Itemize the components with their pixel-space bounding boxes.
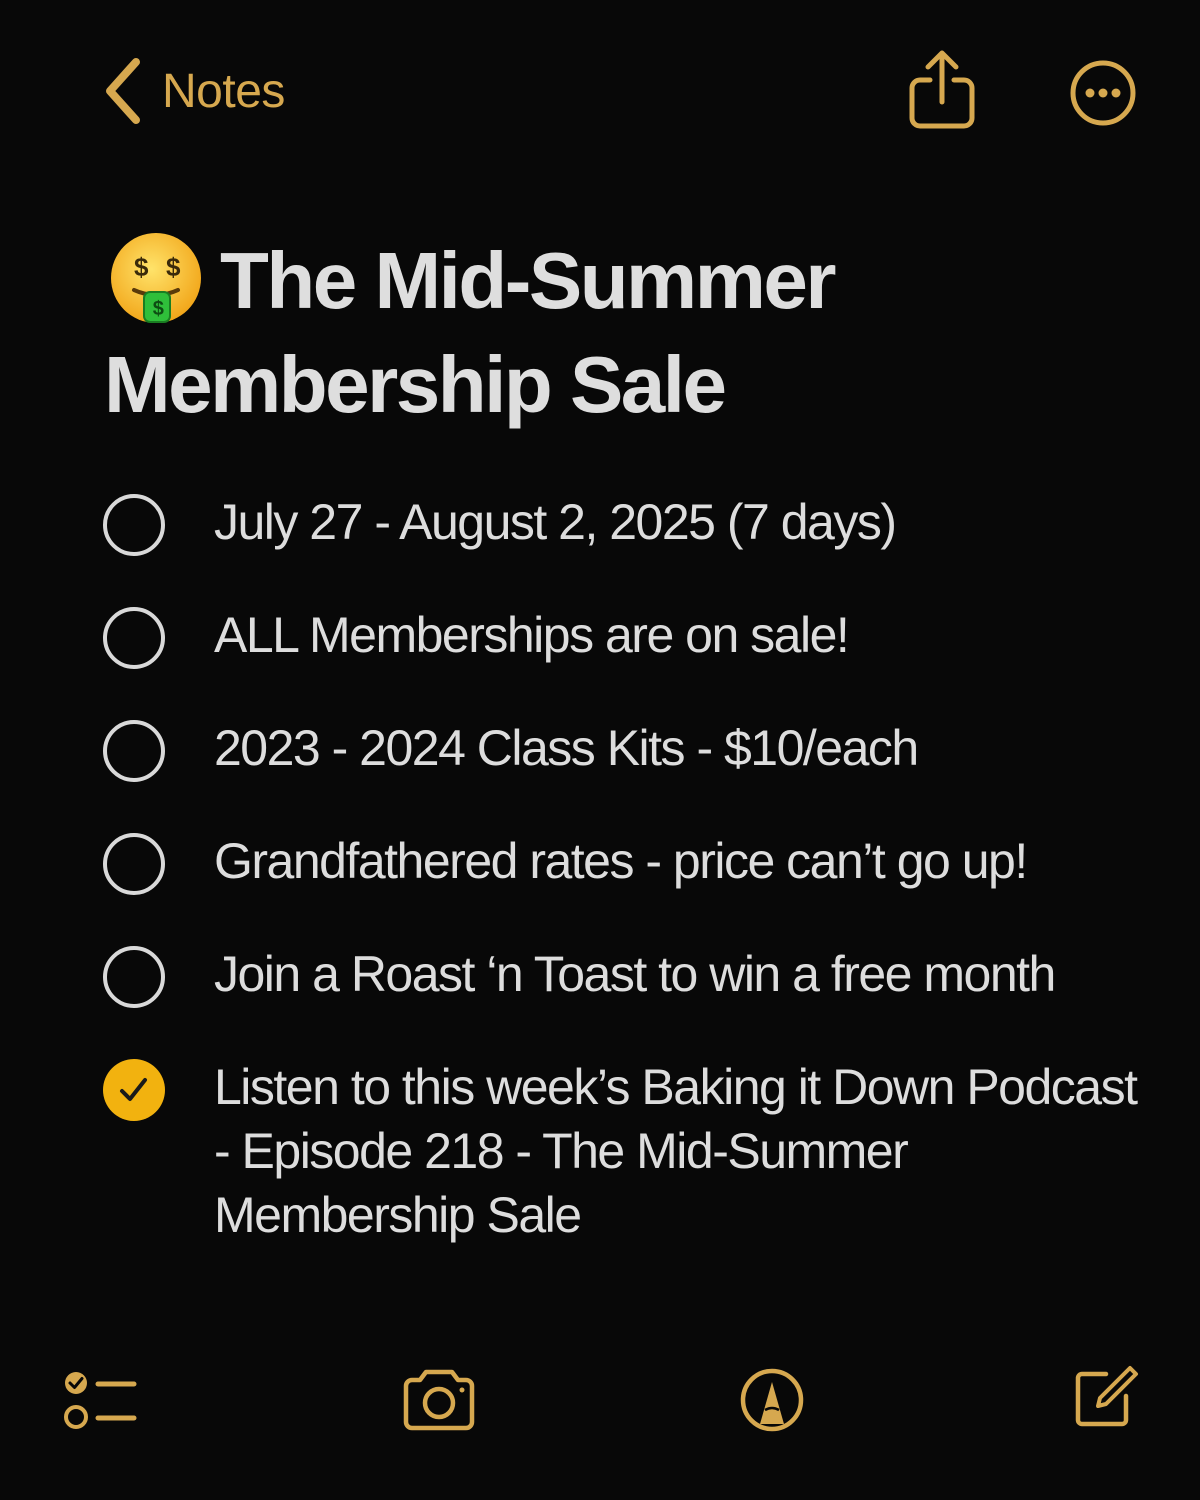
unchecked-circle-icon[interactable]	[103, 494, 165, 556]
markup-button[interactable]	[738, 1366, 806, 1439]
checklist-item-text: ALL Memberships are on sale!	[214, 607, 850, 663]
checked-circle-icon[interactable]	[103, 1059, 165, 1121]
note-title-text: The Mid-Summer Membership Sale	[104, 236, 836, 429]
compose-icon	[1070, 1366, 1140, 1434]
chevron-left-icon	[100, 56, 144, 126]
checklist: July 27 - August 2, 2025 (7 days) ALL Me…	[100, 490, 1160, 1247]
checklist-item-text: July 27 - August 2, 2025 (7 days)	[214, 494, 897, 550]
unchecked-circle-icon[interactable]	[103, 833, 165, 895]
checklist-button[interactable]	[62, 1370, 138, 1439]
unchecked-circle-icon[interactable]	[103, 607, 165, 669]
unchecked-circle-icon[interactable]	[103, 946, 165, 1008]
camera-button[interactable]	[398, 1368, 480, 1437]
checklist-item-text: Listen to this week’s Baking it Down Pod…	[214, 1059, 1138, 1243]
share-icon	[902, 50, 982, 136]
ellipsis-circle-icon	[1068, 60, 1138, 132]
more-options-button[interactable]	[1068, 58, 1138, 128]
checklist-icon	[62, 1372, 138, 1438]
compose-button[interactable]	[1070, 1360, 1140, 1435]
unchecked-circle-icon[interactable]	[103, 720, 165, 782]
back-to-notes-button[interactable]: Notes	[100, 55, 285, 127]
bottom-toolbar	[0, 1340, 1200, 1460]
checklist-item[interactable]: 2023 - 2024 Class Kits - $10/each	[100, 716, 1160, 782]
note-title[interactable]: $ $ $ The Mid-Summer Membership Sale	[104, 228, 1124, 437]
money-mouth-face-icon: $ $ $	[104, 228, 208, 332]
back-label: Notes	[162, 64, 285, 118]
checklist-item[interactable]: Join a Roast ‘n Toast to win a free mont…	[100, 942, 1160, 1008]
checklist-item-completed[interactable]: Listen to this week’s Baking it Down Pod…	[100, 1055, 1160, 1247]
checklist-item[interactable]: July 27 - August 2, 2025 (7 days)	[100, 490, 1160, 556]
checklist-item[interactable]: ALL Memberships are on sale!	[100, 603, 1160, 669]
markup-pen-icon	[738, 1368, 806, 1438]
navigation-bar: Notes	[0, 0, 1200, 180]
checklist-item-text: Grandfathered rates - price can’t go up!	[214, 833, 1028, 889]
camera-icon	[398, 1369, 480, 1436]
checklist-item[interactable]: Grandfathered rates - price can’t go up!	[100, 829, 1160, 895]
checklist-item-text: 2023 - 2024 Class Kits - $10/each	[214, 720, 919, 776]
checklist-item-text: Join a Roast ‘n Toast to win a free mont…	[214, 946, 1056, 1002]
share-button[interactable]	[902, 48, 982, 132]
